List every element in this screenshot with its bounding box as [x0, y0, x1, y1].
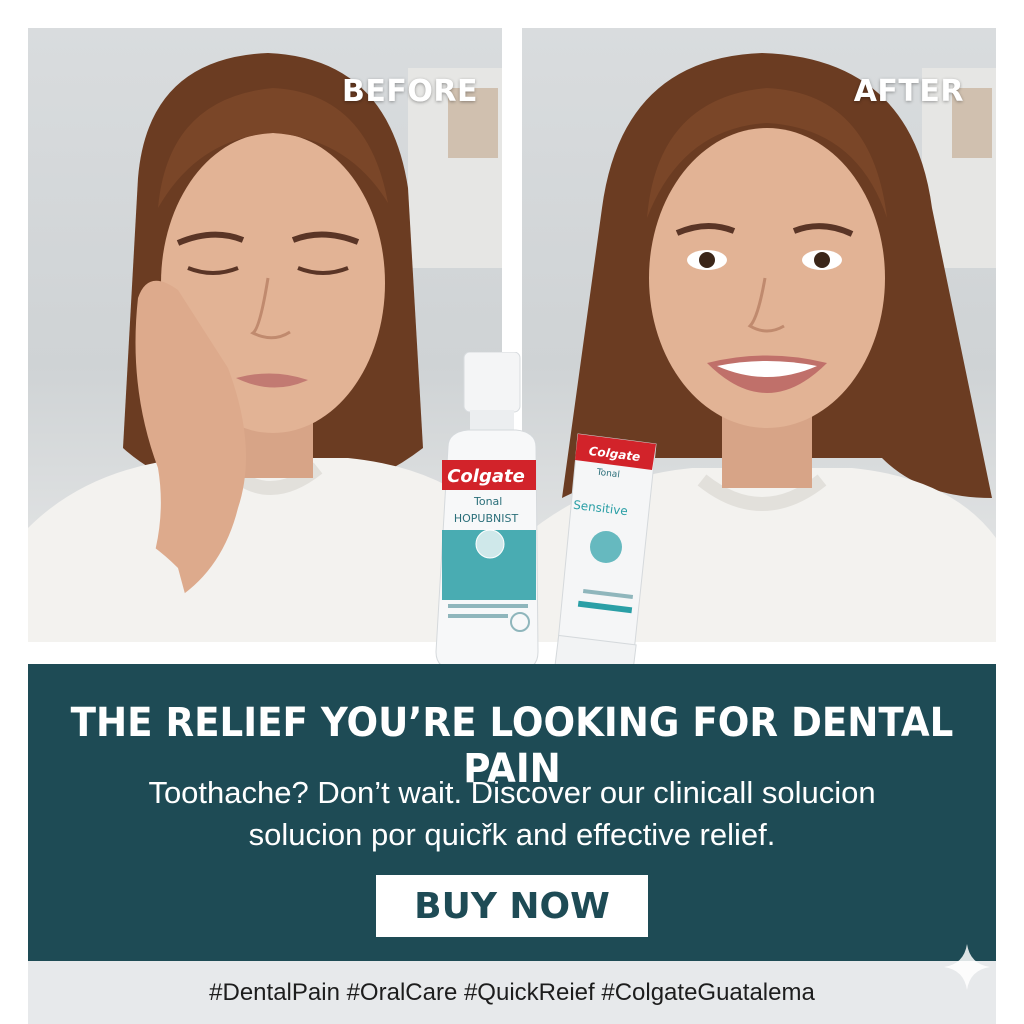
colgate-products: Colgate Tonal HOPUBNIST Colgate Tonal Se…	[428, 351, 660, 686]
buy-now-button[interactable]: BUY NOW	[376, 875, 648, 937]
subtext: Toothache? Don’t wait. Discover our clin…	[28, 772, 996, 856]
after-label: AFTER	[853, 74, 964, 109]
hashtag-footer: #DentalPain #OralCare #QuickReief #Colga…	[28, 961, 996, 1024]
mouthwash-line: Tonal	[473, 495, 502, 508]
toothpaste-tube: Colgate Tonal Sensitive	[553, 433, 657, 686]
sparkle-icon	[944, 944, 990, 990]
subtext-line-1: Toothache? Don’t wait. Discover our clin…	[148, 775, 876, 810]
mouthwash-name: HOPUBNIST	[454, 512, 519, 525]
product-bottles-illustration: Colgate Tonal HOPUBNIST Colgate Tonal Se…	[435, 351, 657, 686]
subtext-line-2: solucion por quicřk and effective relief…	[248, 817, 776, 852]
before-label: BEFORE	[342, 74, 478, 109]
mouthwash-bottle: Colgate Tonal HOPUBNIST	[435, 351, 539, 671]
hashtags: #DentalPain #OralCare #QuickReief #Colga…	[209, 979, 815, 1006]
mouthwash-brand: Colgate	[447, 466, 525, 487]
promo-banner: THE RELIEF YOU’RE LOOKING FOR DENTAL PAI…	[28, 664, 996, 961]
